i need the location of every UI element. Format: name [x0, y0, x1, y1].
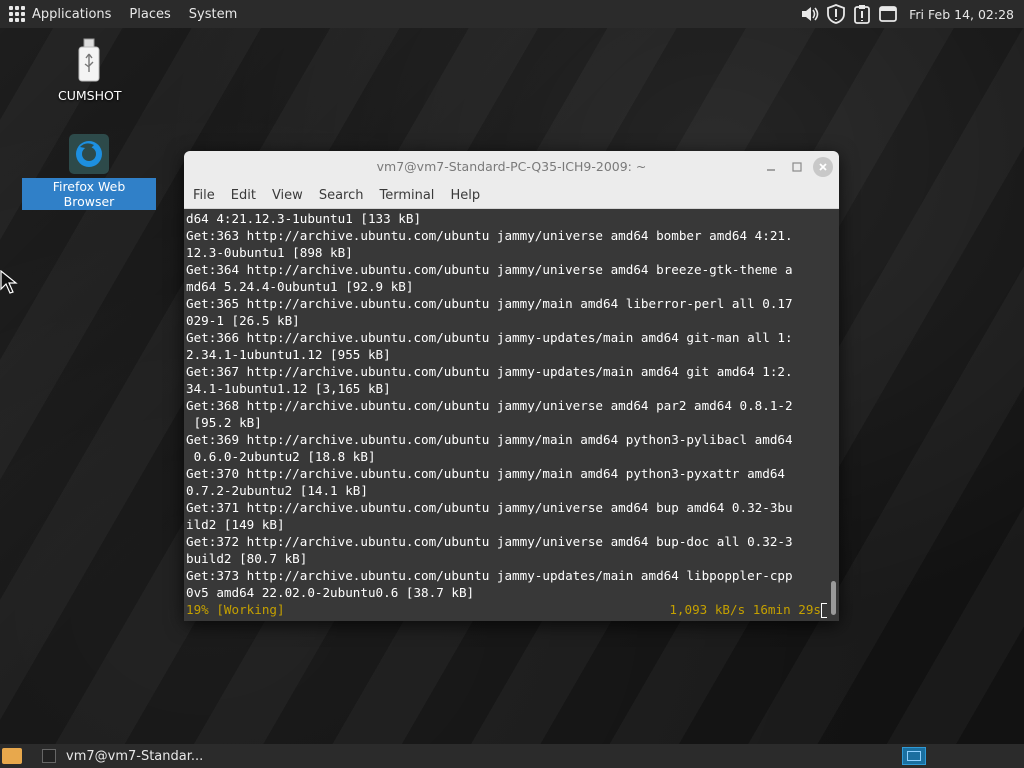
terminal-line: Get:371 http://archive.ubuntu.com/ubuntu… [186, 500, 793, 515]
menu-search[interactable]: Search [311, 188, 372, 203]
menu-file[interactable]: File [184, 188, 223, 203]
taskbar-item-terminal[interactable]: vm7@vm7-Standar... [38, 744, 207, 768]
mouse-pointer-icon [0, 270, 18, 294]
menu-terminal[interactable]: Terminal [371, 188, 442, 203]
menu-edit[interactable]: Edit [223, 188, 264, 203]
download-speed-text: 1,093 kB/s 16min 29s [669, 602, 821, 617]
minimize-icon [767, 169, 775, 171]
terminal-line: 0.6.0-2ubuntu2 [18.8 kB] [186, 449, 376, 464]
workspace-window-icon [907, 751, 921, 761]
clock[interactable]: Fri Feb 14, 02:28 [901, 7, 1024, 22]
system-menu[interactable]: System [180, 0, 246, 28]
window-controls [755, 157, 833, 177]
terminal-line: Get:373 http://archive.ubuntu.com/ubuntu… [186, 568, 793, 583]
desktop-icon-label: CUMSHOT [58, 88, 122, 103]
terminal-line: [95.2 kB] [186, 415, 262, 430]
terminal-line: Get:367 http://archive.ubuntu.com/ubuntu… [186, 364, 793, 379]
terminal-line: d64 4:21.12.3-1ubuntu1 [133 kB] [186, 211, 422, 226]
terminal-menubar: File Edit View Search Terminal Help [184, 182, 839, 209]
minimize-button[interactable] [761, 157, 781, 177]
apps-grid-icon [9, 6, 25, 22]
shield-icon[interactable] [825, 3, 847, 25]
menu-help[interactable]: Help [442, 188, 488, 203]
terminal-output[interactable]: d64 4:21.12.3-1ubuntu1 [133 kB] Get:363 … [184, 209, 839, 621]
download-speed: 1,093 kB/s 16min 29s [669, 601, 829, 618]
terminal-window[interactable]: vm7@vm7-Standard-PC-Q35-ICH9-2009: ~ Fil… [184, 151, 839, 621]
applications-menu-label: Applications [32, 6, 112, 22]
scrollbar-thumb[interactable] [831, 581, 836, 615]
firefox-icon [69, 134, 109, 174]
terminal-line: Get:369 http://archive.ubuntu.com/ubuntu… [186, 432, 793, 447]
desktop-icon-firefox[interactable]: Firefox Web Browser [22, 134, 156, 210]
apt-progress-line: 19% [Working] 1,093 kB/s 16min 29s [186, 601, 839, 618]
terminal-line: md64 5.24.4-0ubuntu1 [92.9 kB] [186, 279, 414, 294]
close-button[interactable] [813, 157, 833, 177]
window-icon[interactable] [877, 3, 899, 25]
volume-icon[interactable] [799, 3, 821, 25]
terminal-line: 2.34.1-1ubuntu1.12 [955 kB] [186, 347, 391, 362]
terminal-line: 34.1-1ubuntu1.12 [3,165 kB] [186, 381, 391, 396]
places-menu[interactable]: Places [120, 0, 179, 28]
workspace-switcher[interactable] [902, 747, 926, 765]
progress-status: 19% [Working] [186, 602, 285, 617]
terminal-line: Get:365 http://archive.ubuntu.com/ubuntu… [186, 296, 793, 311]
top-panel: Applications Places System Fri Feb 14, 0… [0, 0, 1024, 28]
terminal-line: 12.3-0ubuntu1 [898 kB] [186, 245, 353, 260]
clipboard-alert-icon[interactable] [851, 3, 873, 25]
terminal-titlebar[interactable]: vm7@vm7-Standard-PC-Q35-ICH9-2009: ~ [184, 151, 839, 182]
bottom-panel: vm7@vm7-Standar... [0, 744, 1024, 768]
terminal-line: 029-1 [26.5 kB] [186, 313, 300, 328]
terminal-line: build2 [80.7 kB] [186, 551, 308, 566]
close-icon [819, 163, 827, 171]
terminal-line: Get:368 http://archive.ubuntu.com/ubuntu… [186, 398, 793, 413]
show-desktop-button[interactable] [2, 748, 22, 764]
system-tray: Fri Feb 14, 02:28 [797, 0, 1024, 28]
terminal-line: Get:366 http://archive.ubuntu.com/ubuntu… [186, 330, 793, 345]
terminal-scrollbar[interactable] [827, 209, 839, 621]
taskbar-item-label: vm7@vm7-Standar... [66, 748, 204, 764]
terminal-line: Get:370 http://archive.ubuntu.com/ubuntu… [186, 466, 793, 481]
terminal-icon [42, 749, 56, 763]
terminal-line: ild2 [149 kB] [186, 517, 285, 532]
window-title: vm7@vm7-Standard-PC-Q35-ICH9-2009: ~ [376, 159, 647, 174]
maximize-button[interactable] [787, 157, 807, 177]
maximize-icon [792, 162, 802, 172]
terminal-line: Get:364 http://archive.ubuntu.com/ubuntu… [186, 262, 793, 277]
desktop-icon-label: Firefox Web Browser [22, 178, 156, 210]
desktop-icon-cumshot[interactable]: CUMSHOT [54, 38, 124, 104]
usb-drive-icon [78, 38, 100, 82]
terminal-line: Get:363 http://archive.ubuntu.com/ubuntu… [186, 228, 793, 243]
terminal-line: 0v5 amd64 22.02.0-2ubuntu0.6 [38.7 kB] [186, 585, 475, 600]
menu-view[interactable]: View [264, 188, 311, 203]
terminal-line: Get:372 http://archive.ubuntu.com/ubuntu… [186, 534, 793, 549]
applications-menu[interactable]: Applications [0, 0, 120, 28]
terminal-line: 0.7.2-2ubuntu2 [14.1 kB] [186, 483, 368, 498]
